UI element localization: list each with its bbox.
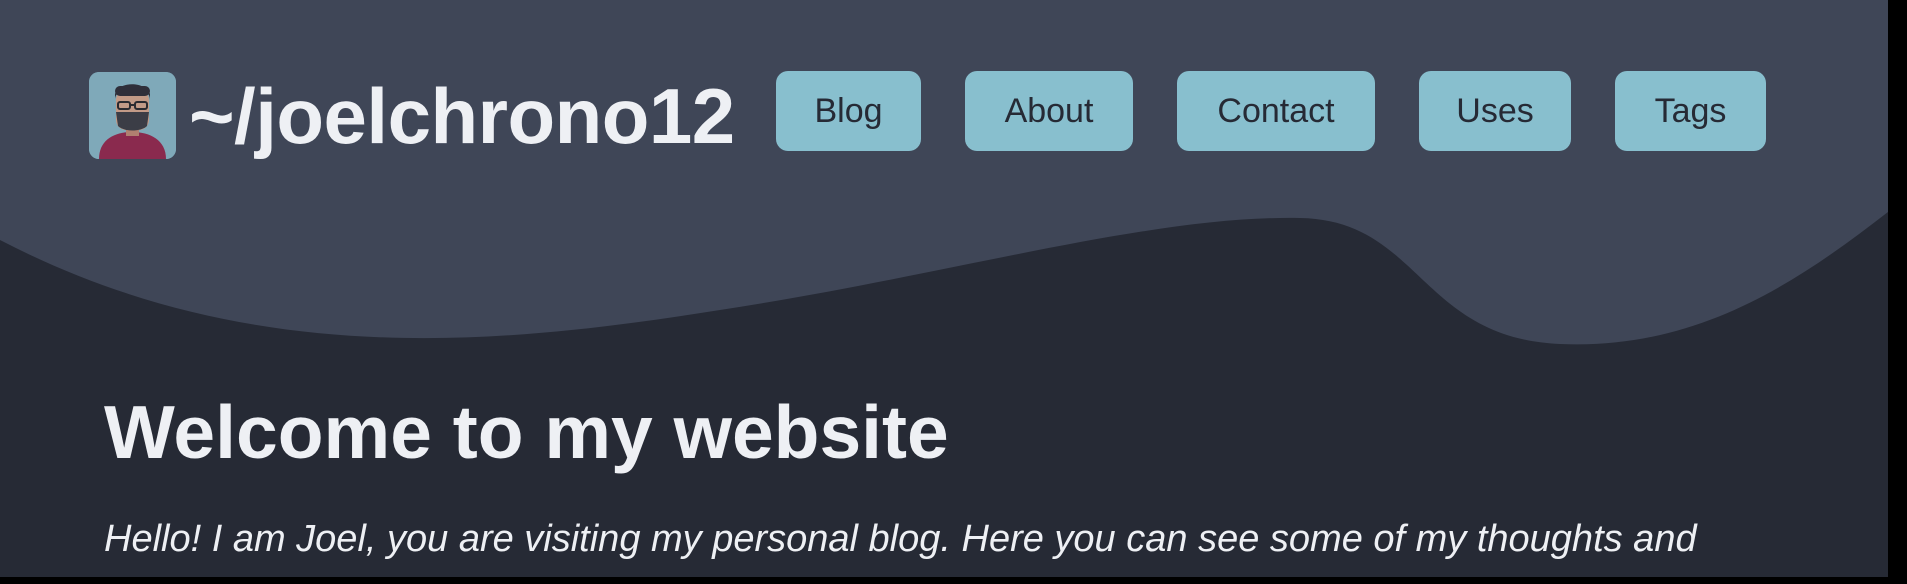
- intro-text: Hello! I am Joel, you are visiting my pe…: [104, 518, 1697, 560]
- nav-uses-button[interactable]: Uses: [1419, 71, 1571, 151]
- main-nav: Blog About Contact Uses Tags: [776, 71, 1766, 151]
- nav-tags-button[interactable]: Tags: [1615, 71, 1766, 151]
- site-logo-link[interactable]: ~/joelchrono12: [89, 72, 735, 159]
- nav-contact-button[interactable]: Contact: [1177, 71, 1375, 151]
- header-wave-divider: [0, 160, 1888, 345]
- nav-about-button[interactable]: About: [965, 71, 1133, 151]
- page-title: Welcome to my website: [104, 390, 949, 474]
- avatar: [89, 72, 176, 159]
- page: ~/joelchrono12 Blog About Contact Uses T…: [0, 0, 1888, 577]
- site-title[interactable]: ~/joelchrono12: [189, 77, 735, 155]
- nav-blog-button[interactable]: Blog: [776, 71, 921, 151]
